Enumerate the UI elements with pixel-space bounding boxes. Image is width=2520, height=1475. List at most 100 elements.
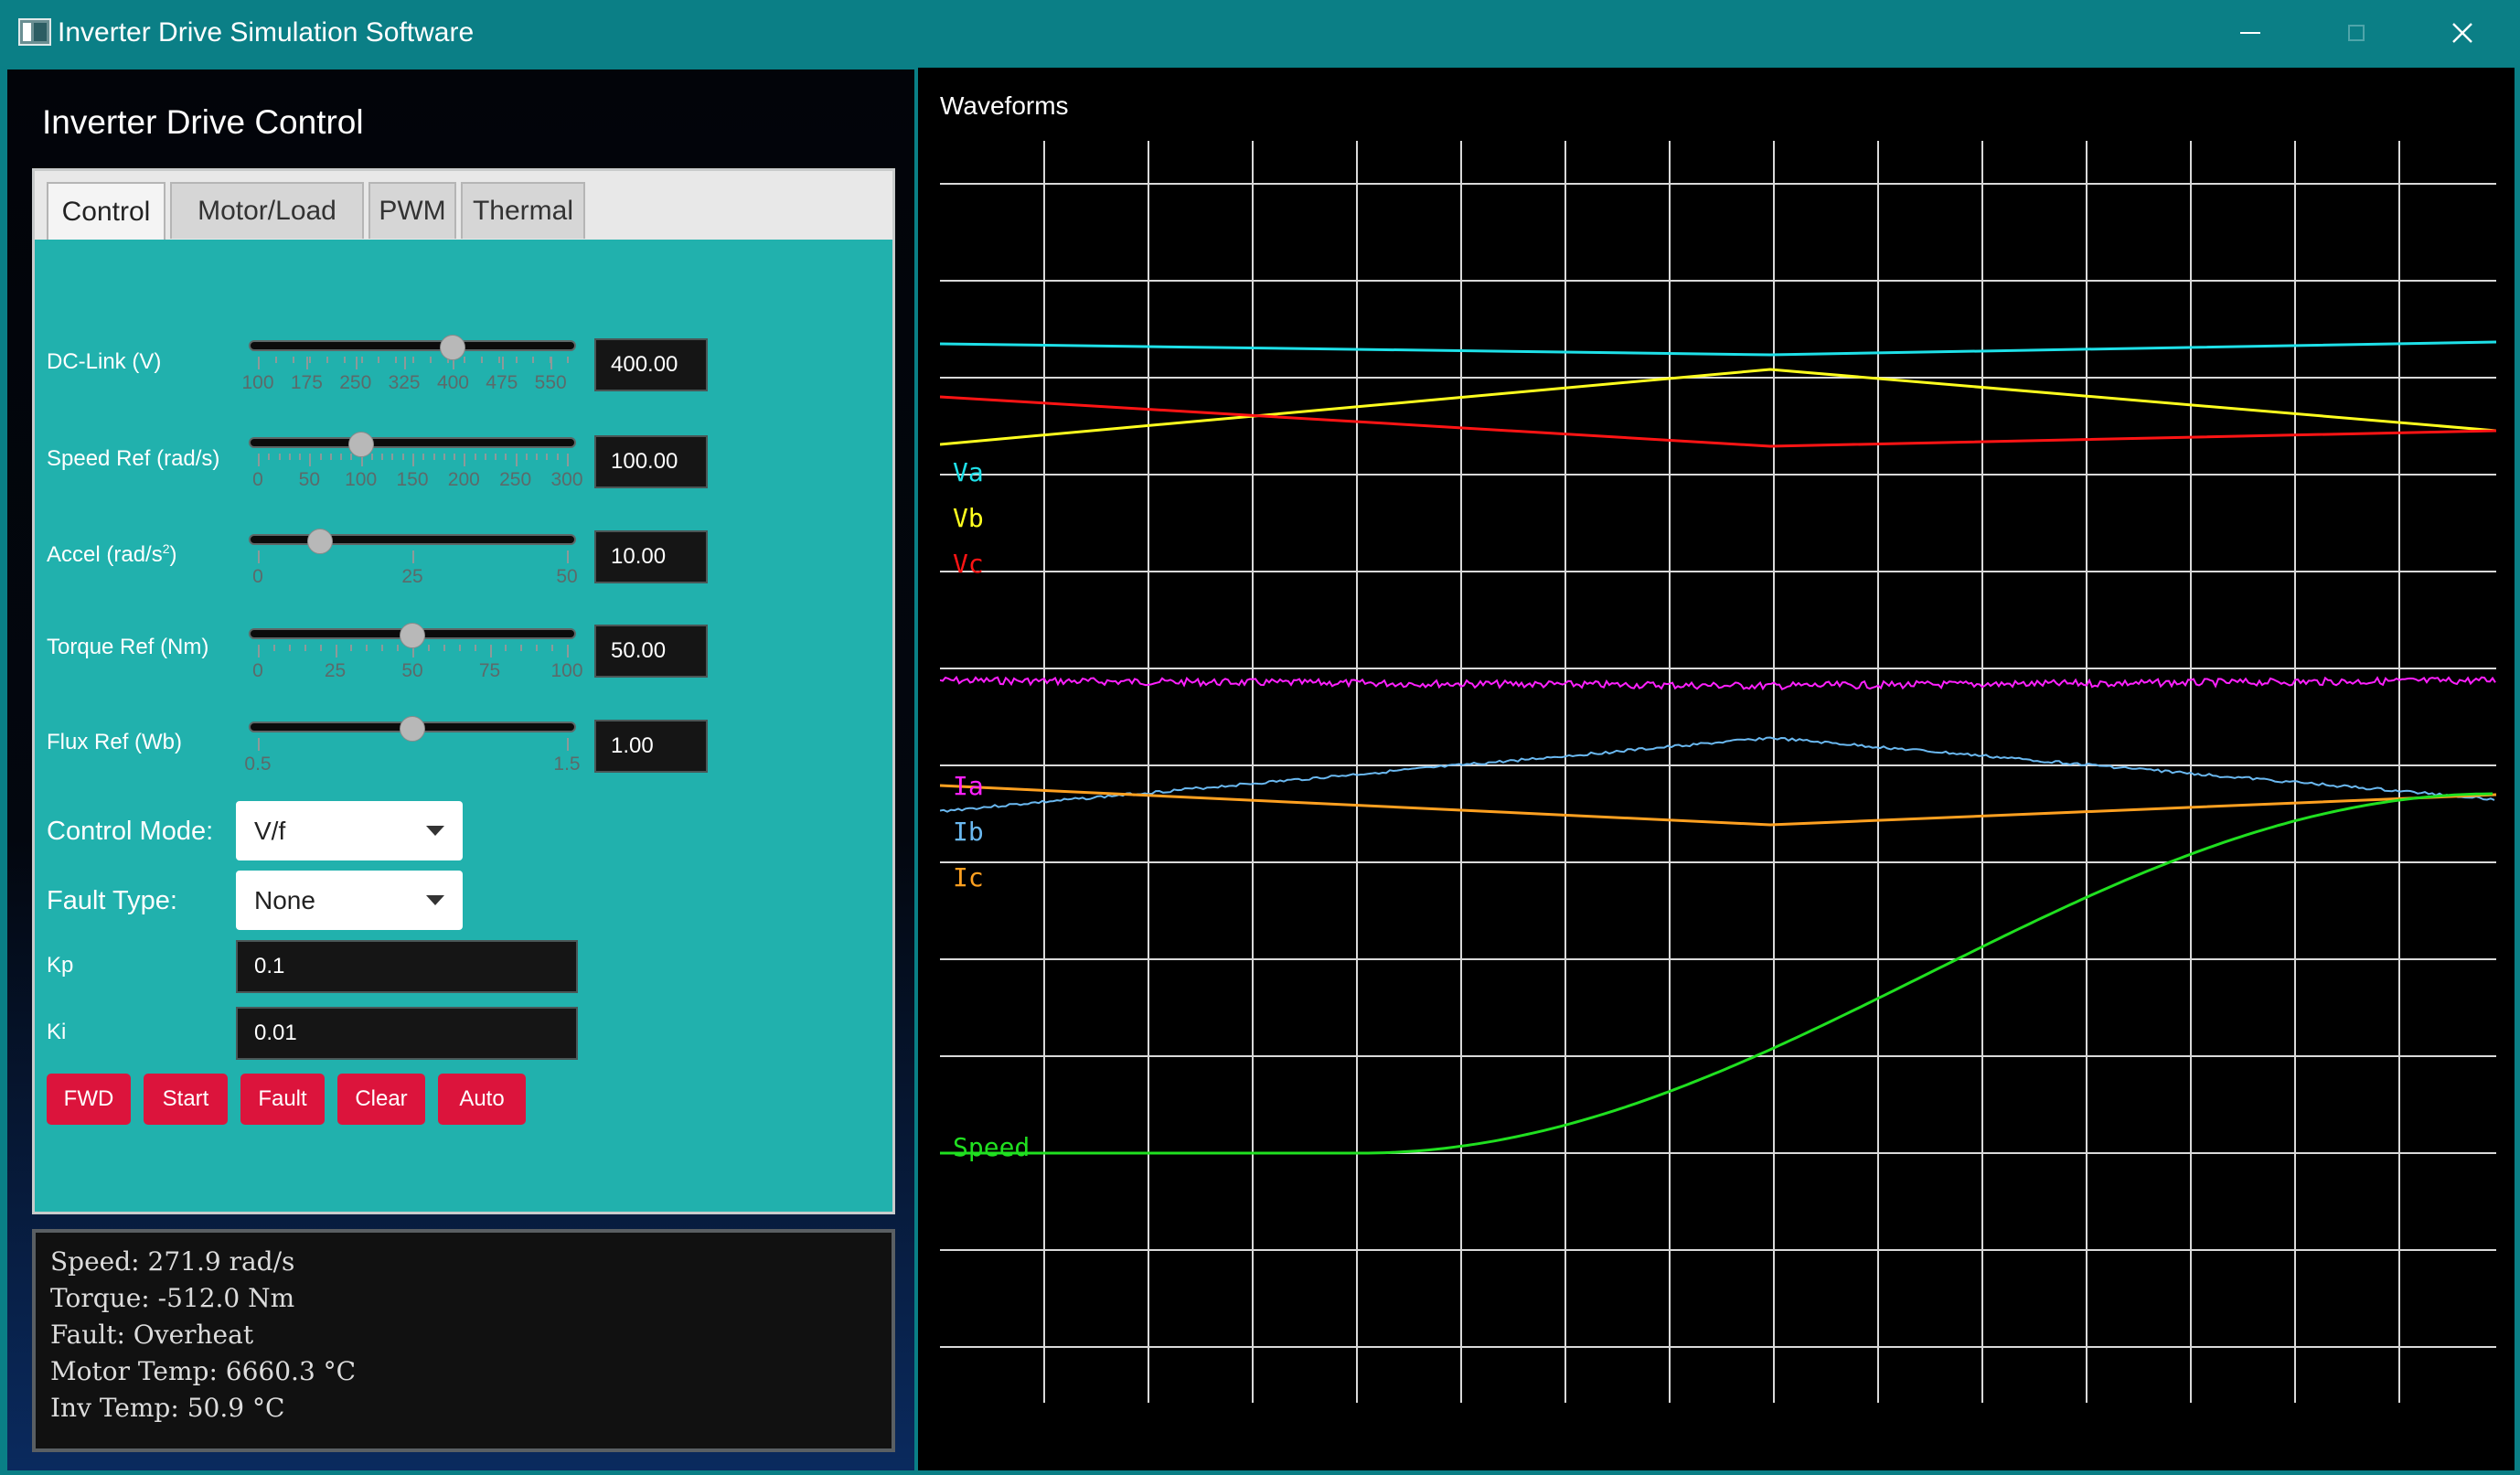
- ki-label: Ki: [47, 1020, 67, 1044]
- slider-thumb[interactable]: [306, 529, 333, 554]
- slider-track[interactable]: [249, 534, 576, 545]
- clear-button[interactable]: Clear: [337, 1074, 425, 1125]
- slider-track[interactable]: [249, 437, 576, 448]
- slider-tick-label: 50: [401, 660, 423, 681]
- tab-pwm[interactable]: PWM: [368, 182, 456, 239]
- slider-minor-tick: [366, 645, 368, 651]
- slider-minor-tick: [350, 645, 353, 651]
- slider-minor-tick: [326, 357, 329, 363]
- slider-major-tick: [412, 550, 414, 563]
- slider-tick-label: 1.5: [553, 754, 581, 775]
- slider-minor-tick: [536, 454, 539, 460]
- ic-label: Ic: [953, 862, 984, 892]
- speed-ref-slider[interactable]: 0 50 100 150 200 250 300: [245, 425, 583, 490]
- dc-link-slider[interactable]: 100 175 250 325 400 475 550: [241, 328, 583, 393]
- slider-minor-tick: [536, 645, 539, 651]
- vc-label: Vc: [953, 549, 984, 579]
- slider-minor-tick: [454, 454, 456, 460]
- flux-ref-label: Flux Ref (Wb): [47, 730, 183, 754]
- slider-major-tick: [404, 357, 407, 369]
- accel-value-field[interactable]: 10.00: [594, 530, 708, 583]
- control-panel: Inverter Drive Control Control Motor/Loa…: [7, 69, 914, 1470]
- torque-ref-slider[interactable]: 0 25 50 75 100: [245, 616, 583, 681]
- slider-major-tick: [567, 645, 569, 657]
- slider-major-tick: [335, 645, 337, 657]
- slider-minor-tick: [343, 357, 346, 363]
- speed-trace: [940, 792, 2493, 1155]
- maximize-icon: [2348, 25, 2365, 41]
- slider-major-tick: [355, 357, 358, 369]
- slider-tick-label: 0: [252, 469, 263, 490]
- fwd-button[interactable]: FWD: [47, 1074, 131, 1125]
- slider-minor-tick: [556, 454, 559, 460]
- tab-control[interactable]: Control: [47, 182, 166, 240]
- slider-tick-label: 400: [436, 372, 469, 393]
- slider-minor-tick: [532, 357, 535, 363]
- dc-link-value-field[interactable]: 400.00: [594, 338, 708, 391]
- slider-minor-tick: [288, 454, 291, 460]
- slider-thumb[interactable]: [400, 623, 425, 648]
- torque-ref-value-field[interactable]: 50.00: [594, 625, 708, 678]
- slider-minor-tick: [464, 357, 466, 363]
- control-mode-select[interactable]: V/f: [236, 801, 463, 860]
- slider-minor-tick: [495, 454, 497, 460]
- window-title: Inverter Drive Simulation Software: [58, 17, 475, 48]
- speed-ref-value-field[interactable]: 100.00: [594, 435, 708, 488]
- vb-trace: [940, 368, 2496, 446]
- slider-minor-tick: [381, 645, 384, 651]
- slider-minor-tick: [497, 357, 500, 363]
- slider-tick-label: 250: [339, 372, 372, 393]
- slider-major-tick: [464, 454, 466, 466]
- kp-input[interactable]: 0.1: [236, 940, 578, 993]
- flux-ref-value-field[interactable]: 1.00: [594, 720, 708, 773]
- tab-thermal[interactable]: Thermal: [461, 182, 585, 239]
- slider-major-tick: [567, 738, 569, 751]
- start-button[interactable]: Start: [144, 1074, 228, 1125]
- slider-minor-tick: [378, 357, 380, 363]
- plot-traces: [940, 340, 2496, 1155]
- slider-major-tick: [412, 454, 414, 466]
- slider-minor-tick: [360, 357, 363, 363]
- tab-bar: Control Motor/Load PWM Thermal: [35, 171, 892, 240]
- slider-minor-tick: [443, 454, 445, 460]
- accel-slider[interactable]: 0 25 50: [245, 522, 583, 587]
- slider-minor-tick: [432, 454, 435, 460]
- slider-minor-tick: [422, 454, 425, 460]
- speed-label: Speed: [953, 1132, 1030, 1162]
- slider-tick-label: 25: [401, 566, 423, 587]
- slider-minor-tick: [350, 454, 353, 460]
- slider-tick-label: 100: [550, 660, 583, 681]
- fault-type-select[interactable]: None: [236, 871, 463, 930]
- slider-minor-tick: [278, 454, 281, 460]
- slider-minor-tick: [427, 645, 430, 651]
- ia-trace: [940, 675, 2496, 691]
- status-inv-temp: Inv Temp: 50.9 °C: [50, 1393, 285, 1423]
- slider-minor-tick: [505, 454, 507, 460]
- slider-tick-label: 50: [298, 469, 321, 490]
- slider-major-tick: [515, 454, 518, 466]
- slider-track[interactable]: [249, 340, 576, 351]
- slider-thumb[interactable]: [440, 335, 466, 360]
- close-button[interactable]: [2412, 0, 2513, 66]
- maximize-button[interactable]: [2306, 0, 2407, 66]
- slider-thumb[interactable]: [347, 432, 374, 457]
- tab-motor-load[interactable]: Motor/Load: [170, 182, 364, 239]
- slider-minor-tick: [299, 454, 302, 460]
- waveform-title: Waveforms: [940, 91, 1069, 120]
- status-motor-temp: Motor Temp: 6660.3 °C: [50, 1356, 357, 1386]
- slider-minor-tick: [546, 454, 549, 460]
- slider-major-tick: [258, 645, 260, 657]
- slider-minor-tick: [370, 454, 373, 460]
- slider-thumb[interactable]: [400, 716, 425, 742]
- slider-minor-tick: [329, 454, 332, 460]
- auto-button[interactable]: Auto: [438, 1074, 526, 1125]
- fault-button[interactable]: Fault: [240, 1074, 325, 1125]
- slider-tick-label: 100: [345, 469, 378, 490]
- slider-tick-label: 25: [324, 660, 347, 681]
- flux-ref-slider[interactable]: 0.5 1.5: [244, 710, 583, 775]
- va-label: Va: [953, 457, 984, 487]
- slider-minor-tick: [319, 454, 322, 460]
- torque-ref-label: Torque Ref (Nm): [47, 635, 209, 659]
- ki-input[interactable]: 0.01: [236, 1007, 578, 1060]
- minimize-button[interactable]: [2200, 0, 2301, 66]
